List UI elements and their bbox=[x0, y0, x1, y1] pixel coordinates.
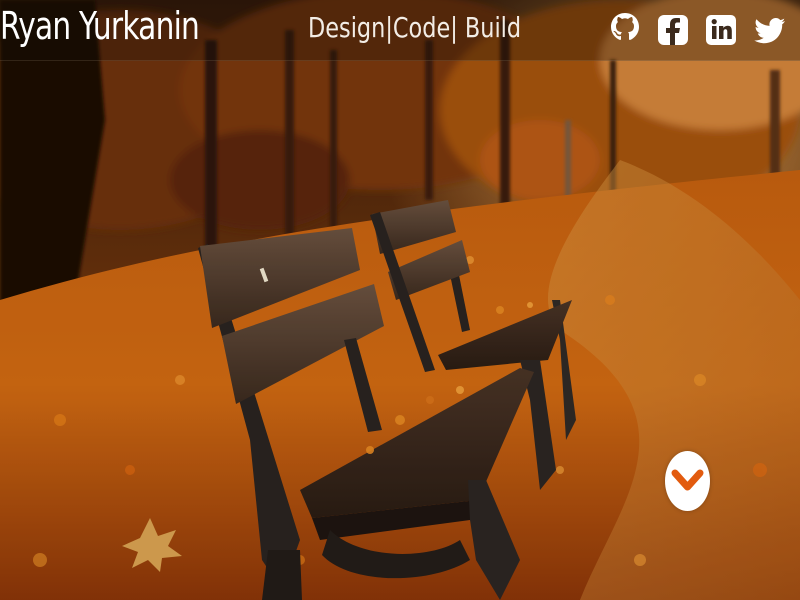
linkedin-link[interactable] bbox=[704, 10, 738, 50]
site-tagline: Design|Code| Build bbox=[308, 11, 522, 44]
facebook-icon bbox=[658, 15, 688, 45]
site-name[interactable]: Ryan Yurkanin bbox=[0, 4, 200, 48]
linkedin-icon bbox=[706, 15, 736, 45]
github-link[interactable] bbox=[608, 10, 642, 50]
chevron-down-icon bbox=[671, 469, 704, 491]
twitter-icon bbox=[754, 18, 785, 44]
scroll-down-button[interactable] bbox=[665, 451, 710, 511]
facebook-link[interactable] bbox=[656, 10, 690, 50]
github-icon bbox=[611, 13, 639, 40]
twitter-link[interactable] bbox=[752, 10, 786, 50]
top-navigation-bar: Ryan Yurkanin Design|Code| Build bbox=[0, 0, 800, 61]
